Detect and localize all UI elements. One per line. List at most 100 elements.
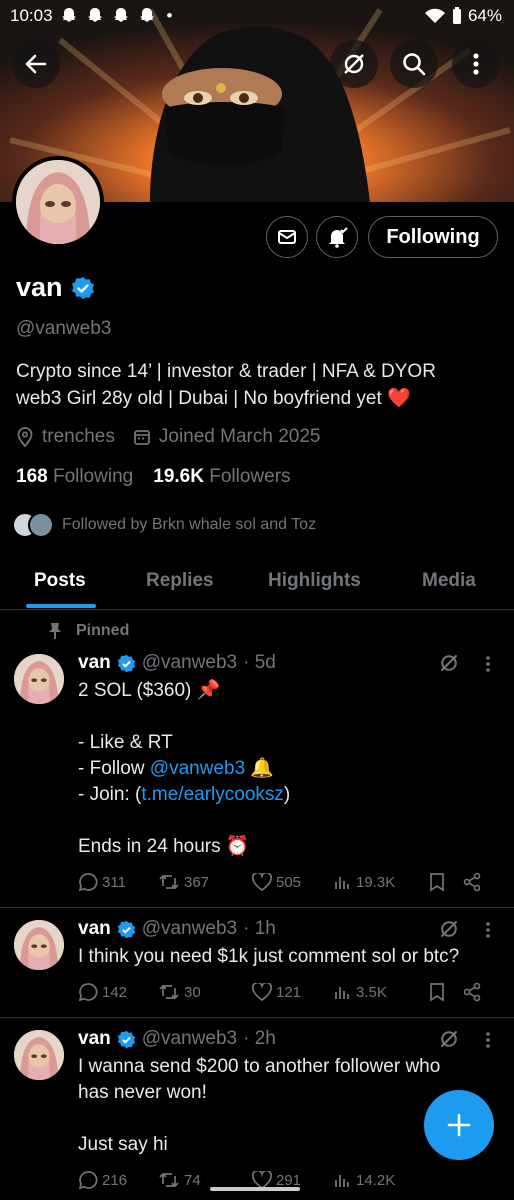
message-button[interactable] — [266, 216, 308, 258]
verified-badge-icon — [117, 920, 135, 938]
post-author-name[interactable]: van — [78, 918, 111, 940]
following-label: Following — [52, 466, 134, 487]
reply-icon — [78, 1171, 98, 1190]
back-button[interactable] — [12, 40, 60, 88]
search-icon — [403, 53, 426, 76]
tab-highlights[interactable]: Highlights — [268, 570, 361, 592]
grok-button[interactable] — [330, 40, 378, 88]
profile-location: trenches — [42, 426, 115, 447]
url-link[interactable]: t.me/earlycooksz — [141, 784, 284, 805]
tab-media[interactable]: Media — [422, 570, 476, 592]
profile-name: van — [16, 272, 63, 302]
post-time: · 1h — [243, 918, 276, 939]
location-icon — [17, 427, 33, 447]
reply-count: 216 — [102, 1171, 128, 1189]
tab-replies[interactable]: Replies — [146, 570, 214, 592]
like-button[interactable]: 505 — [252, 873, 334, 891]
verified-badge-icon — [117, 654, 135, 672]
profile-bio: Crypto since 14’ | investor & trader | N… — [16, 358, 506, 412]
views-icon — [335, 987, 349, 999]
following-count: 168 — [16, 466, 48, 487]
like-count: 505 — [276, 873, 302, 891]
gesture-home-bar[interactable] — [210, 1187, 300, 1191]
profile-avatar[interactable] — [12, 156, 104, 248]
repost-icon — [159, 984, 179, 1000]
grok-icon[interactable] — [438, 1028, 460, 1050]
more-options-button[interactable] — [452, 40, 500, 88]
battery-icon — [452, 7, 461, 24]
post-avatar[interactable] — [14, 654, 64, 704]
notifications-button[interactable] — [316, 216, 358, 258]
share-icon[interactable] — [462, 872, 482, 892]
more-vertical-icon[interactable] — [480, 654, 496, 674]
repost-button[interactable]: 367 — [158, 872, 252, 892]
post-line-text: - Follow — [78, 758, 150, 779]
post-line: I wanna send $200 to another follower wh… — [78, 1056, 441, 1077]
post-actions: 311 367 505 19.3K — [78, 872, 498, 892]
search-button[interactable] — [390, 40, 438, 88]
followed-by-row[interactable]: Followed by Brkn whale sol and Toz — [12, 512, 316, 538]
post-author-name[interactable]: van — [78, 652, 111, 674]
status-dot: • — [166, 6, 173, 25]
bio-line: Crypto since 14’ | investor & trader | N… — [16, 361, 436, 382]
following-button[interactable]: Following — [368, 216, 498, 258]
post-avatar[interactable] — [14, 920, 64, 970]
share-icon[interactable] — [462, 982, 482, 1002]
status-time: 10:03 — [10, 6, 53, 25]
bio-line: web3 Girl 28y old | Dubai | No boyfriend… — [16, 388, 411, 409]
grok-icon[interactable] — [438, 652, 460, 674]
post-item[interactable]: van @vanweb3 · 1h I think you need $1k j… — [0, 908, 514, 1018]
like-count: 291 — [276, 1171, 302, 1189]
follower-avatar — [28, 512, 54, 538]
profile-name-row: van — [16, 272, 95, 303]
reply-button[interactable]: 216 — [78, 1170, 158, 1190]
battery-level: 64% — [467, 6, 502, 25]
post-header: van @vanweb3 · 5d — [78, 652, 276, 674]
more-vertical-icon[interactable] — [480, 920, 496, 940]
compose-post-button[interactable] — [424, 1090, 494, 1160]
reply-icon — [78, 983, 98, 1002]
snapchat-icon — [113, 8, 128, 22]
mail-icon — [278, 230, 296, 244]
reply-button[interactable]: 311 — [78, 872, 158, 892]
tab-posts[interactable]: Posts — [34, 570, 86, 592]
following-count-link[interactable]: 168 Following — [16, 466, 133, 488]
bookmark-icon[interactable] — [428, 982, 446, 1002]
post-author-handle: @vanweb3 — [141, 918, 238, 939]
post-item[interactable]: van @vanweb3 · 5d 2 SOL ($360) 📌 - Like … — [0, 610, 514, 908]
followers-count-link[interactable]: 19.6K Followers — [153, 466, 290, 488]
plus-icon — [447, 1113, 471, 1137]
post-avatar[interactable] — [14, 1030, 64, 1080]
like-button[interactable]: 121 — [252, 983, 334, 1001]
snapchat-icon — [87, 8, 102, 22]
followers-count: 19.6K — [153, 466, 204, 487]
grok-icon — [344, 54, 364, 74]
grok-icon[interactable] — [438, 918, 460, 940]
views-count: 3.5K — [356, 983, 387, 1001]
mention-link[interactable]: @vanweb3 — [150, 758, 245, 779]
snapchat-icon — [61, 8, 76, 22]
post-line: - Like & RT — [78, 732, 173, 753]
post-line: - Follow @vanweb3 🔔 — [78, 756, 498, 782]
views-button[interactable]: 19.3K — [334, 873, 428, 891]
bookmark-icon[interactable] — [428, 872, 446, 892]
post-actions: 142 30 121 3.5K — [78, 982, 498, 1002]
views-button[interactable]: 14.2K — [334, 1171, 428, 1189]
arrow-left-icon — [25, 54, 47, 74]
heart-icon — [252, 983, 272, 1001]
repost-button[interactable]: 30 — [158, 982, 252, 1002]
reply-button[interactable]: 142 — [78, 982, 158, 1002]
verified-badge-icon — [71, 276, 94, 299]
post-text: 2 SOL ($360) 📌 - Like & RT - Follow @van… — [78, 678, 498, 860]
views-icon — [335, 1175, 349, 1187]
repost-count: 74 — [184, 1171, 201, 1189]
profile-handle: @vanweb3 — [16, 318, 112, 339]
more-vertical-icon[interactable] — [480, 1030, 496, 1050]
post-time: · 2h — [243, 1028, 276, 1049]
views-button[interactable]: 3.5K — [334, 983, 428, 1001]
reply-count: 142 — [102, 983, 128, 1001]
post-line-text: ) — [283, 784, 291, 805]
post-line-text: 🔔 — [245, 758, 275, 779]
post-author-name[interactable]: van — [78, 1028, 111, 1050]
followed-by-text: Followed by Brkn whale sol and Toz — [62, 516, 317, 533]
